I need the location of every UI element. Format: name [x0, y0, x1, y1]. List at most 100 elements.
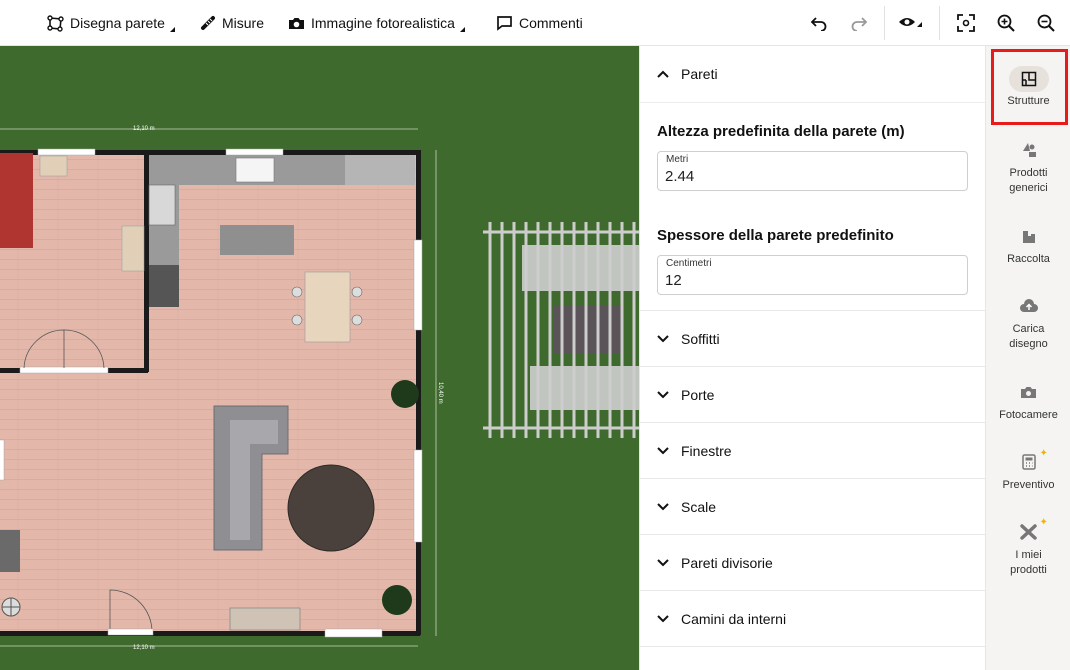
wall-thickness-input[interactable] — [665, 272, 955, 289]
stove — [148, 184, 176, 226]
zoom-in-icon — [997, 14, 1015, 32]
dimension-top-label: 12,10 m — [133, 126, 155, 132]
draw-wall-icon — [47, 14, 64, 32]
kitchen-island — [220, 225, 294, 255]
accordion-fireplaces[interactable]: Camini da interni — [640, 591, 985, 647]
rail-item-upload-drawing[interactable]: Carica disegno — [986, 292, 1070, 352]
accordion-stairs[interactable]: Scale — [640, 479, 985, 535]
comments-label: Commenti — [519, 15, 583, 31]
fit-screen-icon — [957, 14, 975, 32]
toolbar-separator — [939, 6, 940, 40]
chevron-up-icon — [657, 70, 669, 78]
rail-item-label: Carica disegno — [1009, 323, 1048, 350]
accordion-windows[interactable]: Finestre — [640, 423, 985, 479]
accordion-windows-label: Finestre — [681, 442, 732, 459]
view-button[interactable] — [896, 9, 924, 37]
floor-plan: 12,10 m 12,10 m 10,40 m — [0, 126, 639, 651]
my-products-icon: ✦ — [1019, 517, 1048, 546]
wall-thickness-field[interactable]: Centimetri — [657, 255, 968, 295]
desk — [121, 225, 145, 272]
calculator-icon: ✦ — [1021, 448, 1048, 476]
undo-button[interactable] — [805, 9, 833, 37]
chevron-down-icon — [657, 334, 669, 342]
rail-item-label: Raccolta — [1007, 253, 1050, 265]
round-rug — [287, 464, 375, 552]
rail-item-label: Prodotti generici — [1009, 167, 1048, 194]
measures-button[interactable]: Misure — [200, 0, 264, 46]
chevron-down-icon — [657, 558, 669, 566]
rail-item-generic-products[interactable]: Prodotti generici — [986, 136, 1070, 196]
chevron-down-icon — [657, 390, 669, 398]
rail-item-label: Preventivo — [1002, 479, 1055, 491]
chevron-down-icon — [657, 614, 669, 622]
dining-table — [304, 271, 351, 343]
comment-icon — [497, 16, 512, 31]
photorealistic-label: Immagine fotorealistica — [311, 15, 455, 31]
structure-icon — [1008, 66, 1049, 92]
rail-item-structures[interactable]: Strutture — [986, 66, 1070, 109]
camera-icon — [1020, 378, 1037, 406]
rail-item-quote[interactable]: ✦ Preventivo — [986, 448, 1070, 493]
toolbar-separator — [884, 6, 885, 40]
accordion-walls-label: Pareti — [681, 66, 718, 82]
sink — [235, 157, 275, 183]
zoom-out-icon — [1037, 14, 1055, 32]
floor-plan-canvas[interactable]: 12,10 m 12,10 m 10,40 m — [0, 46, 639, 670]
rail-item-label: Fotocamere — [999, 409, 1058, 421]
wall-height-input[interactable] — [665, 168, 955, 185]
dimension-right-label: 10,40 m — [437, 382, 443, 404]
structures-panel: Pareti Altezza predefinita della parete … — [639, 46, 985, 670]
right-sidebar: Strutture Prodotti generici Raccolta Car… — [985, 46, 1070, 670]
accordion-stairs-label: Scale — [681, 498, 717, 515]
cabinet — [229, 607, 301, 631]
accordion-fireplaces-label: Camini da interni — [681, 610, 787, 627]
chevron-down-icon — [657, 446, 669, 454]
ruler-icon — [201, 16, 215, 30]
camera-icon — [289, 17, 304, 29]
dimension-bottom-label: 12,10 m — [133, 645, 155, 651]
nightstand — [39, 155, 68, 177]
accordion-ceilings[interactable]: Soffitti — [640, 311, 985, 367]
generic-products-icon — [1020, 136, 1038, 164]
accordion-partition-walls[interactable]: Pareti divisorie — [640, 535, 985, 591]
section-divider — [640, 295, 985, 311]
zoom-out-button[interactable] — [1032, 9, 1060, 37]
rail-item-my-products[interactable]: ✦ I miei prodotti — [986, 517, 1070, 578]
wall-height-unit-label: Metri — [665, 154, 690, 165]
door-threshold — [107, 628, 154, 636]
wall-height-title: Altezza predefinita della parete (m) — [657, 123, 905, 140]
pergola — [483, 222, 639, 438]
chevron-down-icon — [657, 502, 669, 510]
bed — [0, 153, 33, 248]
collection-icon — [1021, 222, 1037, 250]
measures-label: Misure — [222, 15, 265, 31]
walls-settings: Altezza predefinita della parete (m) Met… — [640, 123, 985, 295]
redo-icon — [851, 17, 868, 31]
wall-thickness-title: Spessore della parete predefinito — [657, 227, 894, 244]
accordion-partition-walls-label: Pareti divisorie — [681, 554, 773, 571]
draw-wall-button[interactable]: Disegna parete — [47, 0, 175, 46]
eye-icon — [899, 18, 922, 27]
wall-height-field[interactable]: Metri — [657, 151, 968, 191]
accordion-ceilings-label: Soffitti — [681, 330, 720, 347]
zoom-in-button[interactable] — [992, 9, 1020, 37]
undo-icon — [810, 17, 827, 31]
redo-button[interactable] — [845, 9, 873, 37]
plant — [391, 380, 419, 408]
accordion-doors[interactable]: Porte — [640, 367, 985, 423]
rail-item-label: I miei prodotti — [1010, 549, 1047, 576]
upload-drawing-icon — [1019, 292, 1038, 320]
photorealistic-button[interactable]: Immagine fotorealistica — [288, 0, 465, 46]
oven — [149, 265, 179, 307]
plant — [382, 585, 412, 615]
floor — [0, 150, 420, 635]
rail-item-label: Strutture — [1007, 95, 1050, 107]
sparkle-icon: ✦ — [1039, 517, 1048, 528]
sparkle-icon: ✦ — [1039, 448, 1048, 459]
draw-wall-label: Disegna parete — [70, 15, 165, 31]
rail-item-collection[interactable]: Raccolta — [986, 222, 1070, 267]
comments-button[interactable]: Commenti — [496, 0, 583, 46]
fit-view-button[interactable] — [952, 9, 980, 37]
accordion-walls[interactable]: Pareti — [640, 46, 985, 103]
rail-item-cameras[interactable]: Fotocamere — [986, 378, 1070, 423]
